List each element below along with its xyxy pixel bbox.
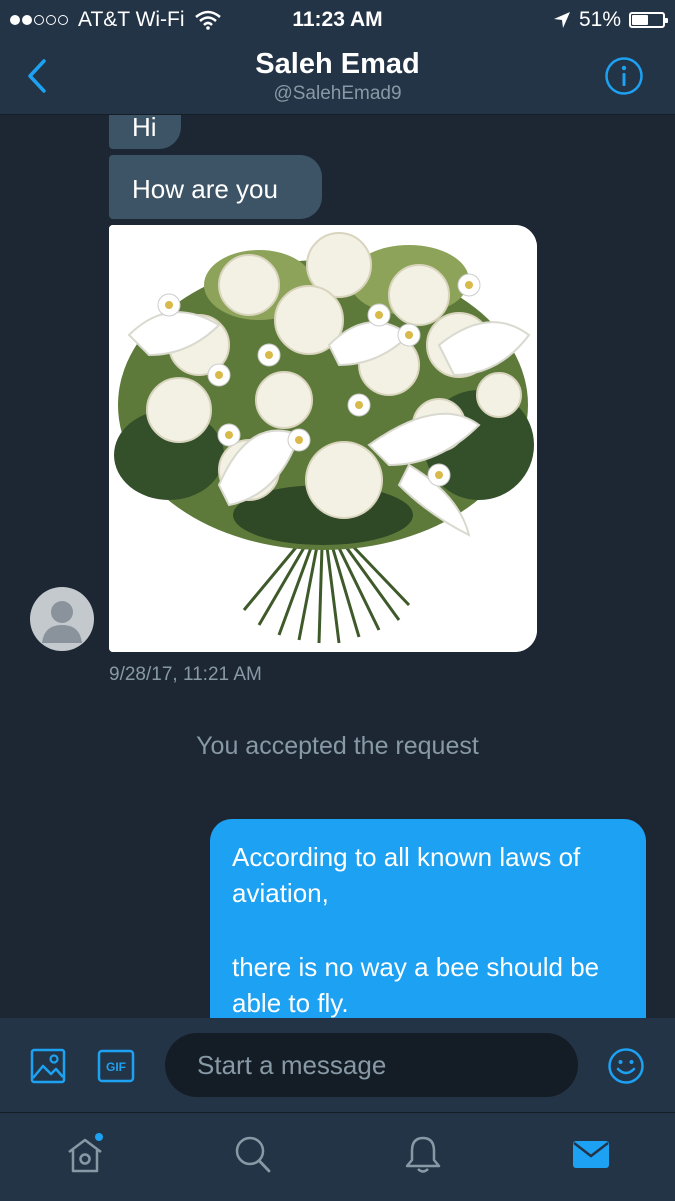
notifications-bell-icon[interactable] — [403, 1133, 443, 1175]
system-message: You accepted the request — [196, 732, 479, 760]
notification-dot — [95, 1133, 103, 1141]
location-arrow-icon — [553, 12, 570, 28]
incoming-message[interactable]: How are you — [109, 155, 322, 219]
conversation-area[interactable]: Hi How are you 9/28/17, 11:21 AM You acc… — [0, 115, 675, 1018]
home-icon[interactable] — [65, 1133, 105, 1175]
battery-icon — [629, 12, 668, 28]
message-input[interactable] — [165, 1033, 578, 1097]
outgoing-message-line: there is no way a bee should be able to … — [232, 952, 600, 1018]
emoji-icon[interactable] — [607, 1047, 645, 1085]
info-icon[interactable] — [604, 56, 644, 96]
tab-bar — [0, 1112, 675, 1201]
messages-envelope-icon[interactable] — [571, 1133, 611, 1175]
image-icon[interactable] — [30, 1048, 66, 1084]
white-flower-bouquet-image — [109, 225, 537, 652]
gif-label: GIF — [106, 1060, 126, 1074]
conversation-handle: @SalehEmad9 — [273, 83, 402, 104]
default-profile-icon — [42, 601, 82, 643]
incoming-message[interactable]: Hi — [109, 115, 181, 149]
outgoing-message-line: According to all known laws of aviation, — [232, 842, 581, 908]
gif-icon[interactable]: GIF — [97, 1049, 135, 1083]
battery-percent: 51% — [578, 8, 621, 31]
conversation-title[interactable]: Saleh Emad — [0, 48, 675, 81]
top-bar: AT&T Wi-Fi 11:23 AM 51% Saleh Emad @Sale… — [0, 0, 675, 115]
incoming-image-message[interactable] — [109, 225, 537, 652]
search-icon[interactable] — [233, 1133, 273, 1175]
avatar[interactable] — [30, 587, 94, 651]
outgoing-message[interactable]: According to all known laws of aviation,… — [210, 819, 646, 1018]
message-composer: GIF — [0, 1018, 675, 1112]
message-timestamp: 9/28/17, 11:21 AM — [109, 664, 262, 685]
status-right: 51% — [553, 8, 668, 32]
status-bar: AT&T Wi-Fi 11:23 AM 51% — [0, 0, 675, 38]
